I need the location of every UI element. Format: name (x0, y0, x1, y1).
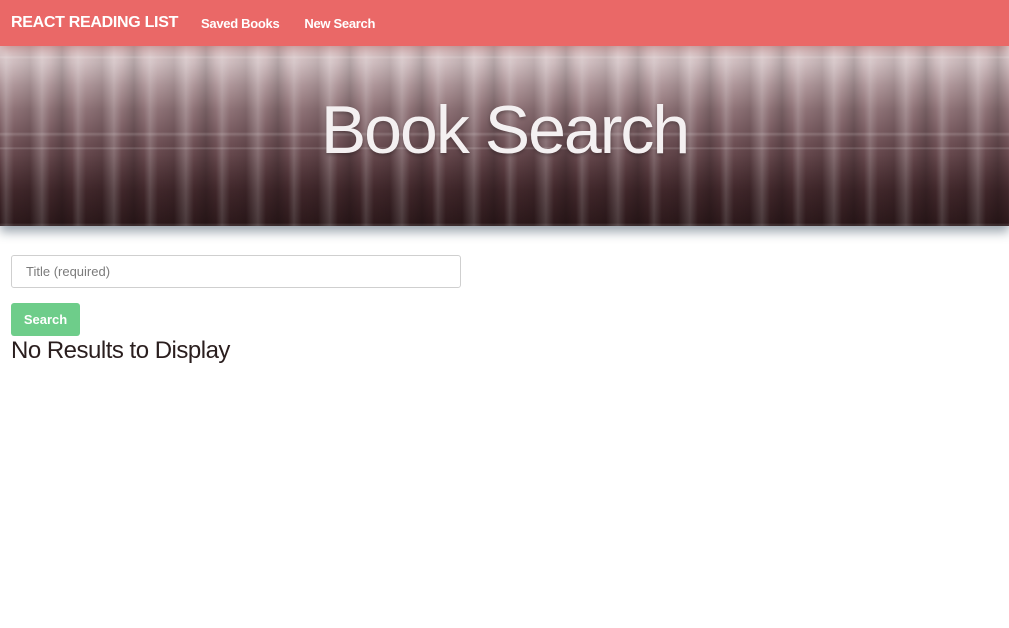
nav-new-search-link[interactable]: New Search (304, 16, 375, 31)
hero-banner: Book Search (0, 46, 1009, 226)
no-results-message: No Results to Display (11, 337, 230, 364)
page-title: Book Search (320, 92, 690, 168)
search-button[interactable]: Search (11, 303, 80, 336)
nav-saved-books-link[interactable]: Saved Books (201, 16, 280, 31)
title-search-input[interactable] (11, 255, 461, 288)
navbar: REACT READING LIST Saved Books New Searc… (0, 0, 1009, 46)
brand-link[interactable]: REACT READING LIST (11, 14, 178, 32)
